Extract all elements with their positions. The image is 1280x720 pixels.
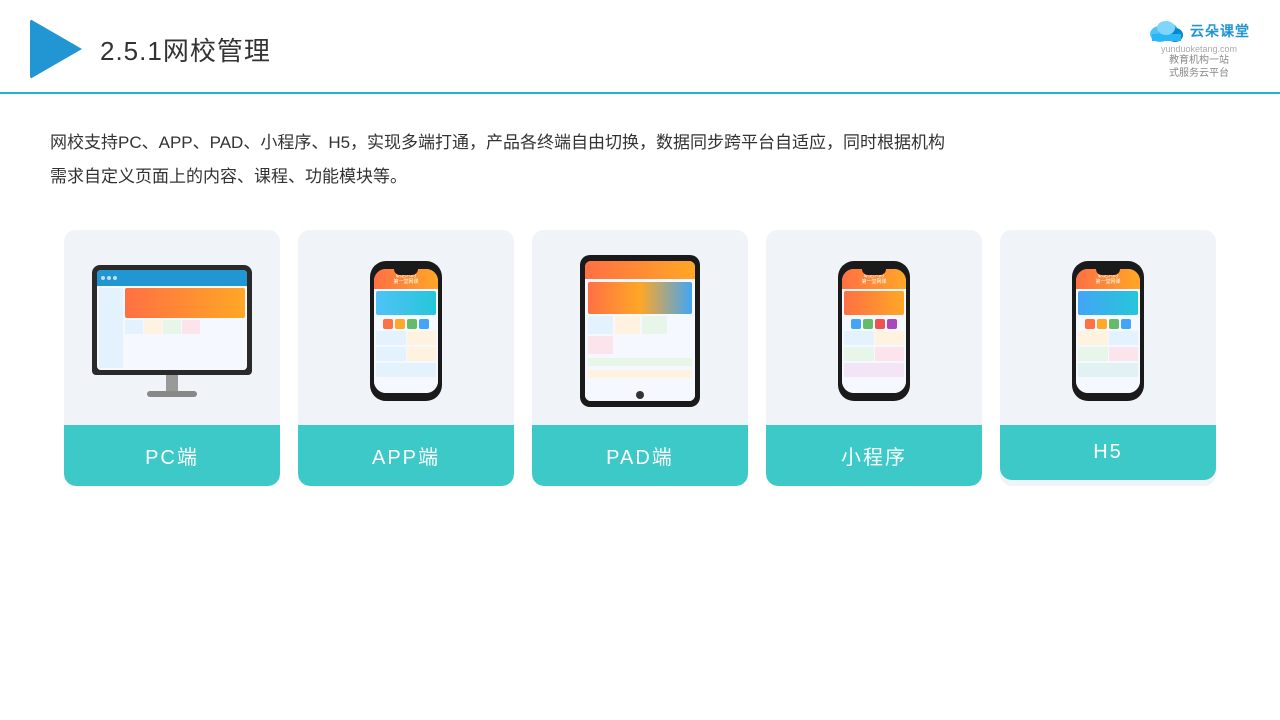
phone-device-miniapp: 职达人的第一堂网课 bbox=[838, 261, 910, 401]
phone-outer-h5: 职达人的第一堂网课 bbox=[1072, 261, 1144, 401]
card-pad-image bbox=[532, 230, 748, 425]
brand-name: 云朵课堂 bbox=[1190, 21, 1250, 41]
description-line2: 需求自定义页面上的内容、课程、功能模块等。 bbox=[50, 167, 407, 186]
brand-logo-icon: 云朵课堂 bbox=[1148, 18, 1250, 44]
cloud-svg-icon bbox=[1148, 18, 1184, 44]
card-pc: PC端 bbox=[64, 230, 280, 486]
cards-row: PC端 职达人的第一堂网课 bbox=[50, 230, 1230, 486]
header: 2.5.1网校管理 云朵课堂 yunduoketang.com 教育机构一站 式… bbox=[0, 0, 1280, 94]
main-content: 网校支持PC、APP、PAD、小程序、H5，实现多端打通，产品各终端自由切换，数… bbox=[0, 94, 1280, 506]
card-app-label: APP端 bbox=[298, 425, 514, 486]
tablet-outer bbox=[580, 255, 700, 407]
card-miniapp-image: 职达人的第一堂网课 bbox=[766, 230, 982, 425]
pc-device bbox=[92, 265, 252, 397]
phone-device-app: 职达人的第一堂网课 bbox=[370, 261, 442, 401]
card-h5: 职达人的第一堂网课 bbox=[1000, 230, 1216, 486]
monitor-screen bbox=[97, 270, 247, 370]
brand-url: yunduoketang.com bbox=[1161, 44, 1237, 54]
phone-device-h5: 职达人的第一堂网课 bbox=[1072, 261, 1144, 401]
phone-outer-app: 职达人的第一堂网课 bbox=[370, 261, 442, 401]
card-pc-image bbox=[64, 230, 280, 425]
brand-logo: 云朵课堂 yunduoketang.com 教育机构一站 式服务云平台 bbox=[1148, 18, 1250, 80]
header-left: 2.5.1网校管理 bbox=[30, 19, 271, 79]
phone-screen-miniapp: 职达人的第一堂网课 bbox=[842, 269, 906, 393]
brand-tagline: 教育机构一站 式服务云平台 bbox=[1169, 54, 1229, 80]
tablet-device bbox=[580, 255, 700, 407]
page-title: 2.5.1网校管理 bbox=[100, 31, 271, 68]
card-h5-image: 职达人的第一堂网课 bbox=[1000, 230, 1216, 425]
description-text: 网校支持PC、APP、PAD、小程序、H5，实现多端打通，产品各终端自由切换，数… bbox=[50, 126, 1230, 194]
card-pad-label: PAD端 bbox=[532, 425, 748, 486]
card-miniapp: 职达人的第一堂网课 bbox=[766, 230, 982, 486]
monitor-outer bbox=[92, 265, 252, 375]
card-app: 职达人的第一堂网课 bbox=[298, 230, 514, 486]
logo-icon bbox=[30, 19, 82, 79]
phone-outer-miniapp: 职达人的第一堂网课 bbox=[838, 261, 910, 401]
phone-screen-h5: 职达人的第一堂网课 bbox=[1076, 269, 1140, 393]
card-h5-label: H5 bbox=[1000, 425, 1216, 480]
description-line1: 网校支持PC、APP、PAD、小程序、H5，实现多端打通，产品各终端自由切换，数… bbox=[50, 133, 945, 152]
card-miniapp-label: 小程序 bbox=[766, 425, 982, 486]
card-app-image: 职达人的第一堂网课 bbox=[298, 230, 514, 425]
card-pc-label: PC端 bbox=[64, 425, 280, 486]
phone-screen-app: 职达人的第一堂网课 bbox=[374, 269, 438, 393]
tablet-screen bbox=[585, 261, 695, 401]
card-pad: PAD端 bbox=[532, 230, 748, 486]
